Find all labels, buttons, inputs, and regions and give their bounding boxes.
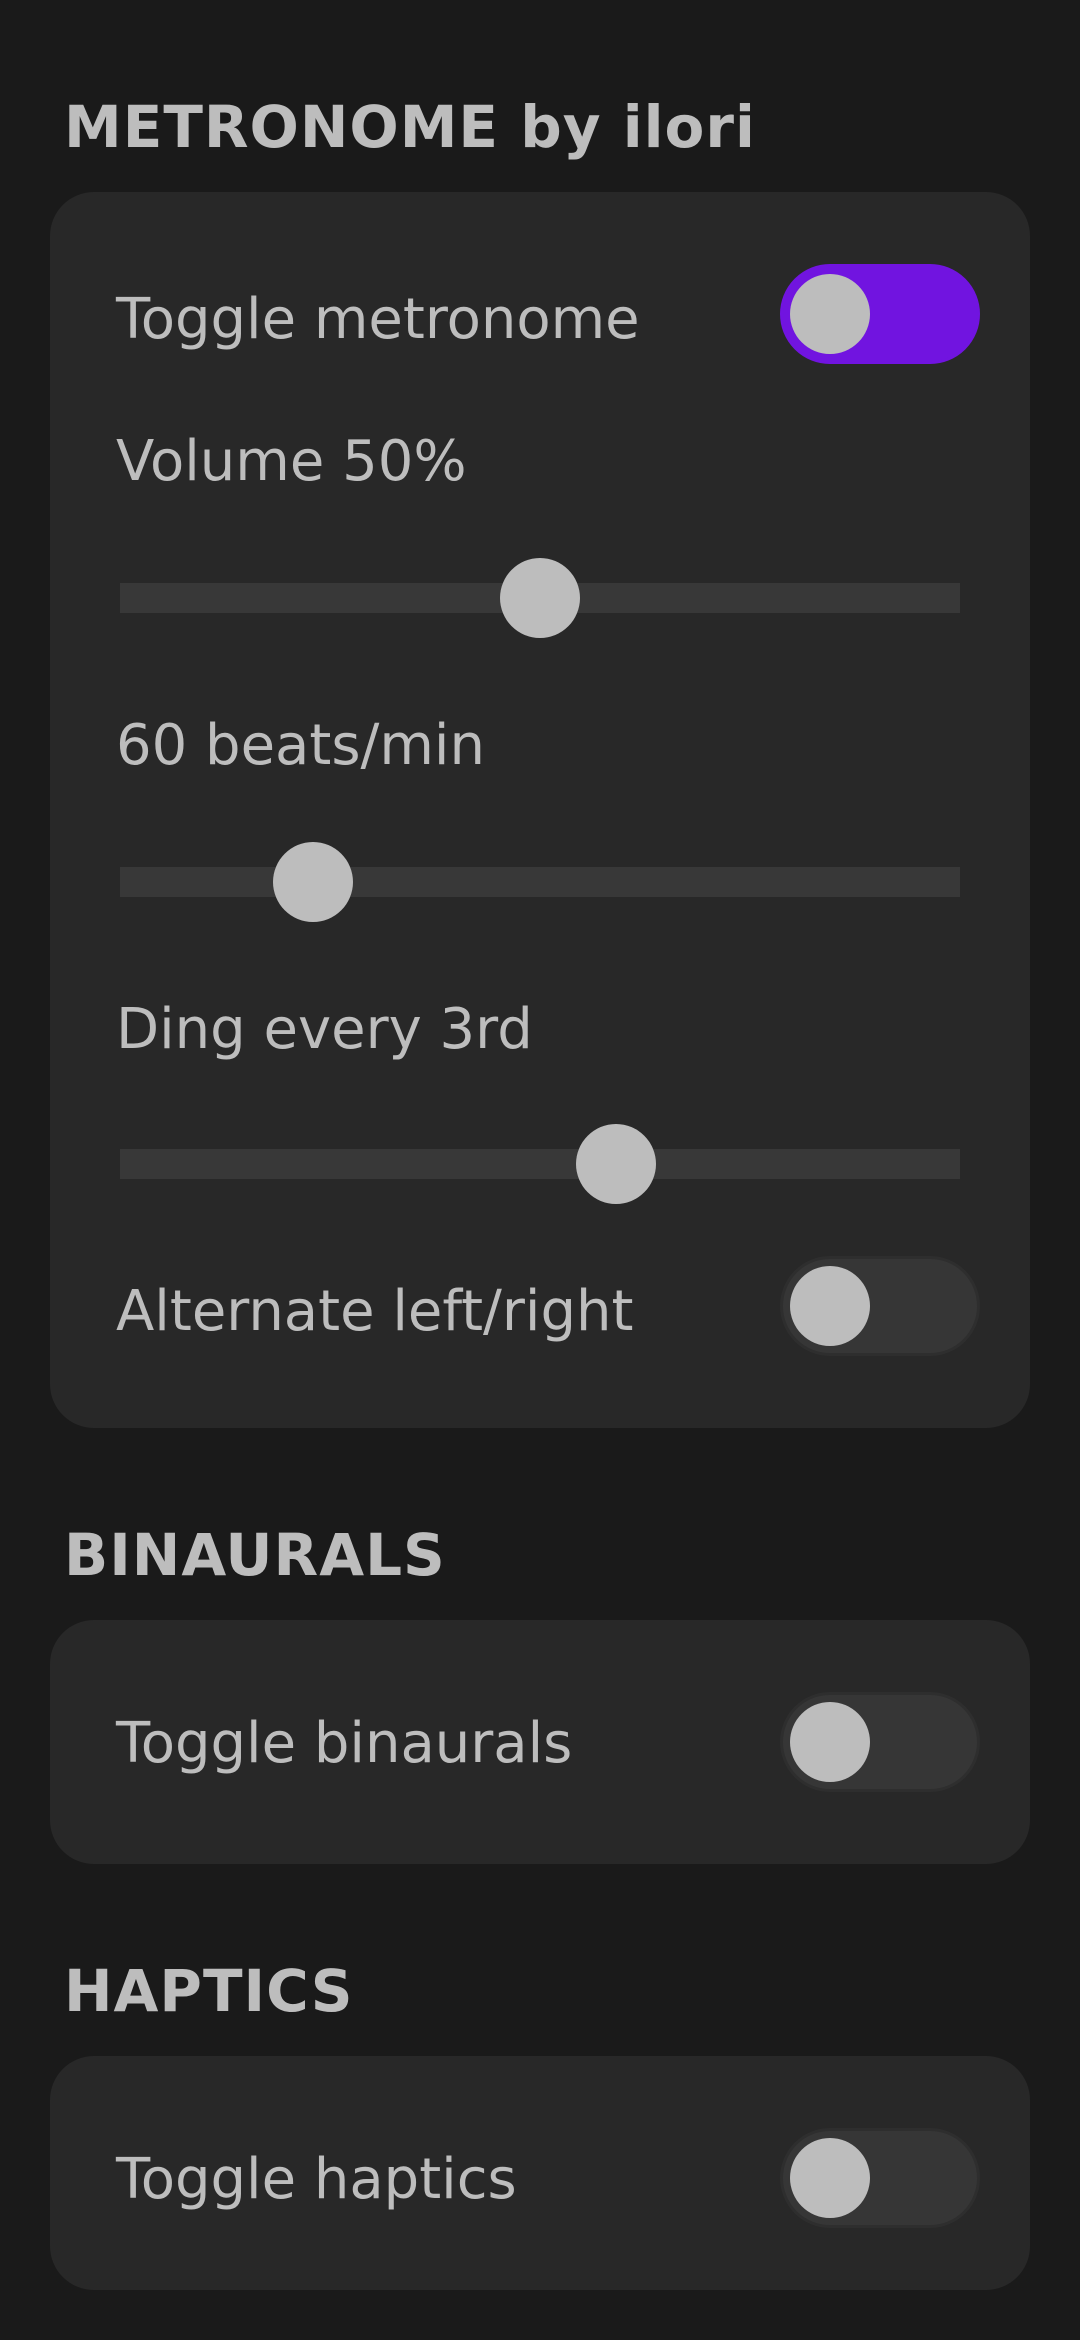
toggle-metronome-label: Toggle metronome [116,287,640,352]
volume-slider[interactable] [120,558,960,638]
toggle-knob [790,1702,870,1782]
slider-track [120,1149,960,1179]
haptics-card: Toggle haptics [50,2056,1030,2290]
toggle-binaurals-label: Toggle binaurals [116,1711,573,1776]
ding-slider[interactable] [120,1124,960,1204]
toggle-knob [790,274,870,354]
metronome-section-title: METRONOME by ilori [64,93,756,161]
volume-label: Volume 50% [116,429,467,494]
settings-page: METRONOME by ilori Toggle metronome Volu… [0,0,1080,2340]
toggle-knob [790,1266,870,1346]
alternate-label: Alternate left/right [116,1279,634,1344]
slider-thumb[interactable] [575,1124,656,1204]
bpm-slider[interactable] [120,842,960,922]
toggle-metronome-switch[interactable] [780,264,980,364]
bpm-label: 60 beats/min [116,713,485,778]
slider-track [120,867,960,897]
toggle-knob [790,2138,870,2218]
metronome-card: Toggle metronome Volume 50% 60 beats/min… [50,192,1030,1428]
binaurals-section-title: BINAURALS [64,1521,446,1589]
ding-label: Ding every 3rd [116,997,533,1062]
slider-thumb[interactable] [500,558,580,638]
binaurals-card: Toggle binaurals [50,1620,1030,1864]
toggle-binaurals-switch[interactable] [780,1692,980,1792]
toggle-haptics-label: Toggle haptics [116,2147,517,2212]
toggle-haptics-switch[interactable] [780,2128,980,2228]
alternate-switch[interactable] [780,1256,980,1356]
haptics-section-title: HAPTICS [64,1957,354,2025]
slider-thumb[interactable] [273,842,354,922]
